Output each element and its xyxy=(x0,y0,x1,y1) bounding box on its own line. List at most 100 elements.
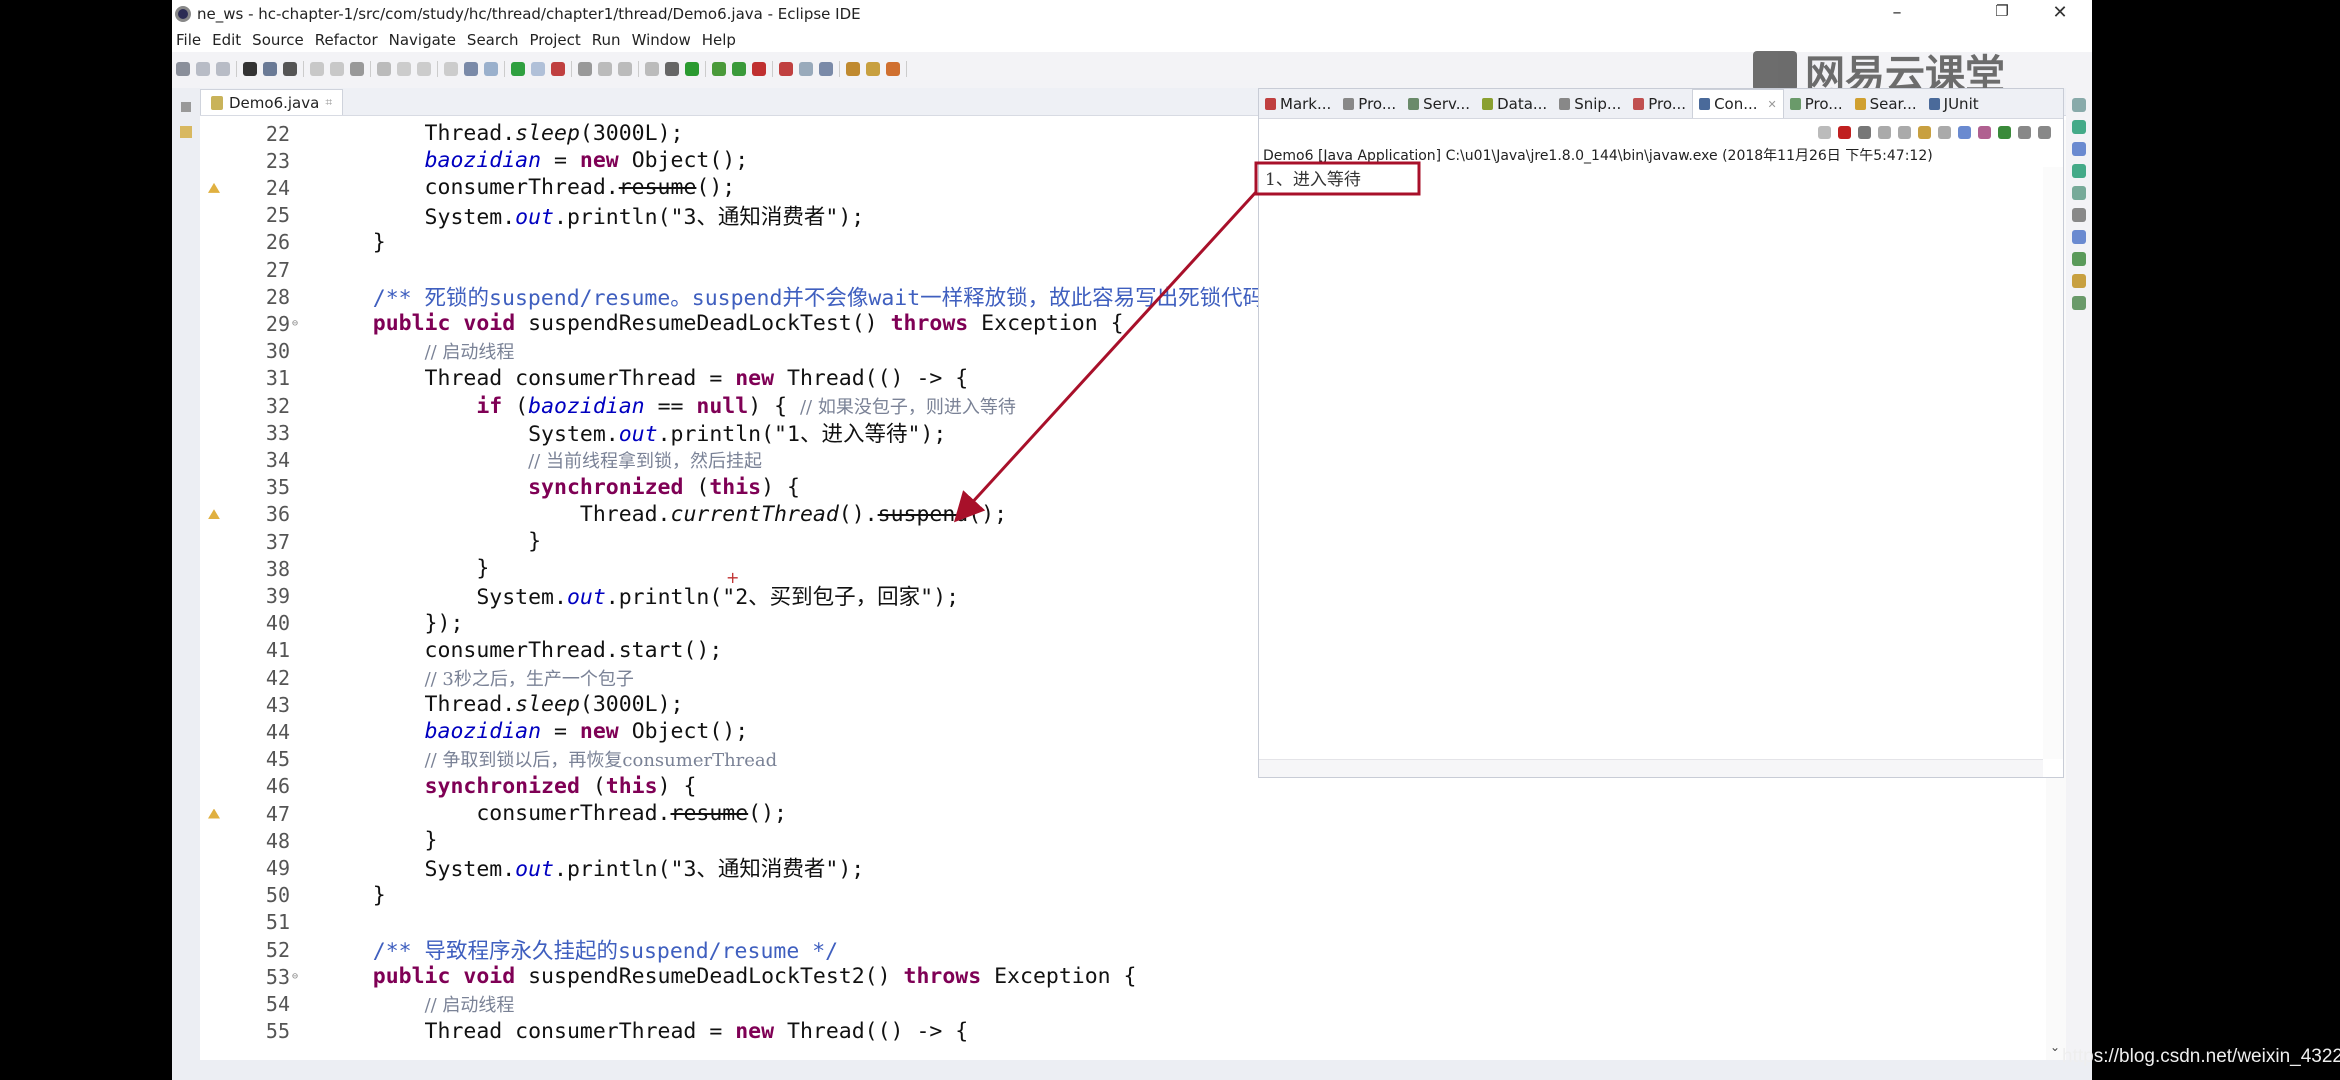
build-icon[interactable] xyxy=(665,62,679,76)
console-tab-sear[interactable]: Sear... xyxy=(1849,89,1923,118)
warning-icon[interactable] xyxy=(208,509,220,520)
save-all-icon[interactable] xyxy=(216,62,230,76)
tab-close-icon[interactable]: ✕ xyxy=(1768,98,1777,111)
console-vertical-scrollbar[interactable] xyxy=(2043,167,2063,759)
console-tab-snip[interactable]: Snip... xyxy=(1553,89,1627,118)
scroll-lock-icon[interactable] xyxy=(1918,125,1931,139)
remove-all-icon[interactable] xyxy=(1878,125,1891,139)
open-task-icon[interactable] xyxy=(799,62,813,76)
console-tab-pro[interactable]: Pro... xyxy=(1337,89,1402,118)
code-token-p xyxy=(321,448,528,473)
save-icon[interactable] xyxy=(196,62,210,76)
pin-icon[interactable] xyxy=(1818,125,1831,139)
console-tab-con[interactable]: Con... ✕ xyxy=(1692,89,1784,118)
show-on-stderr-icon[interactable] xyxy=(1978,125,1991,139)
menu-search[interactable]: Search xyxy=(467,31,519,49)
view-shortcut-icon[interactable] xyxy=(2072,296,2086,310)
coverage-icon[interactable] xyxy=(551,62,565,76)
run-icon[interactable] xyxy=(685,62,699,76)
console-horizontal-scrollbar[interactable] xyxy=(1259,759,2043,777)
step-over-icon[interactable] xyxy=(417,62,431,76)
tab-demo6-java[interactable]: Demo6.java ⌗ xyxy=(200,89,344,115)
debug-target-icon[interactable] xyxy=(243,62,257,76)
console-tab-data[interactable]: Data... xyxy=(1476,89,1553,118)
fold-toggle-icon[interactable]: ⊖ xyxy=(292,318,298,329)
toolbar-separator xyxy=(571,61,572,77)
debug-icon[interactable] xyxy=(712,62,726,76)
maximize-button[interactable]: ❐ xyxy=(1987,2,2017,20)
menu-source[interactable]: Source xyxy=(252,31,304,49)
menu-navigate[interactable]: Navigate xyxy=(389,31,456,49)
annotation-prev-icon[interactable] xyxy=(618,62,632,76)
code-text: Thread.currentThread().suspend(); xyxy=(321,502,1007,527)
annotation-next-icon[interactable] xyxy=(598,62,612,76)
resume-icon[interactable] xyxy=(310,62,324,76)
remove-launch-icon[interactable] xyxy=(1858,125,1871,139)
menu-file[interactable]: File xyxy=(176,31,201,49)
scroll-down-icon[interactable]: ⌄ xyxy=(2050,1040,2060,1054)
warning-icon[interactable] xyxy=(208,808,220,819)
toggle-mark-icon[interactable] xyxy=(464,62,478,76)
disconnect-icon[interactable] xyxy=(377,62,391,76)
view-shortcut-icon[interactable] xyxy=(2072,230,2086,244)
menu-help[interactable]: Help xyxy=(702,31,736,49)
pin-icon[interactable] xyxy=(578,62,592,76)
stop-red-icon[interactable] xyxy=(752,62,766,76)
last-edit-icon[interactable] xyxy=(645,62,659,76)
suspend-icon[interactable] xyxy=(330,62,344,76)
pointer-icon[interactable] xyxy=(283,62,297,76)
view-shortcut-icon[interactable] xyxy=(2072,98,2086,112)
tab-close-icon[interactable]: ⌗ xyxy=(325,95,332,110)
search-icon[interactable] xyxy=(866,62,880,76)
refresh-icon[interactable] xyxy=(886,62,900,76)
code-token-kw: public void xyxy=(372,311,516,337)
new-icon[interactable] xyxy=(176,62,190,76)
close-button[interactable]: ✕ xyxy=(2045,2,2075,23)
console-tab-serv[interactable]: Serv... xyxy=(1402,89,1476,118)
view-shortcut-icon[interactable] xyxy=(2072,164,2086,178)
line-number: 39 xyxy=(265,583,290,608)
show-on-stdout-icon[interactable] xyxy=(1958,125,1971,139)
view-shortcut-icon[interactable] xyxy=(2072,208,2086,222)
minimize-button[interactable]: – xyxy=(1882,2,1912,23)
terminate-icon[interactable] xyxy=(350,62,364,76)
profile-icon[interactable] xyxy=(732,62,746,76)
display-console-icon[interactable] xyxy=(2018,125,2031,139)
menu-project[interactable]: Project xyxy=(529,31,580,49)
view-shortcut-icon[interactable] xyxy=(2072,252,2086,266)
view-shortcut-icon[interactable] xyxy=(2072,186,2086,200)
external-tools-icon[interactable] xyxy=(779,62,793,76)
clear-console-icon[interactable] xyxy=(1898,125,1911,139)
console-tab-junit[interactable]: JUnit xyxy=(1923,89,1985,118)
warning-icon[interactable] xyxy=(208,182,220,193)
package-icon[interactable] xyxy=(846,62,860,76)
fold-toggle-icon[interactable]: ⊖ xyxy=(292,971,298,982)
menu-run[interactable]: Run xyxy=(592,31,621,49)
run-green-icon[interactable] xyxy=(511,62,525,76)
menu-edit[interactable]: Edit xyxy=(212,31,241,49)
restore-icon[interactable] xyxy=(181,102,191,112)
code-token-p xyxy=(321,719,425,744)
menu-refactor[interactable]: Refactor xyxy=(315,31,378,49)
view-shortcut-icon[interactable] xyxy=(2072,274,2086,288)
view-shortcut-icon[interactable] xyxy=(2072,120,2086,134)
console-output[interactable]: 1、进入等待 xyxy=(1259,167,2063,193)
terminate-icon[interactable] xyxy=(1838,125,1851,139)
open-console-icon[interactable] xyxy=(1998,125,2011,139)
web-icon[interactable] xyxy=(819,62,833,76)
console-tab-pro[interactable]: Pro... xyxy=(1784,89,1849,118)
skip-breakpoints-icon[interactable] xyxy=(484,62,498,76)
word-wrap-icon[interactable] xyxy=(1938,125,1951,139)
open-type-icon[interactable] xyxy=(531,62,545,76)
code-token-p xyxy=(321,774,425,799)
step-return-icon[interactable] xyxy=(444,62,458,76)
step-into-icon[interactable] xyxy=(397,62,411,76)
menu-window[interactable]: Window xyxy=(632,31,691,49)
package-explorer-icon[interactable] xyxy=(180,126,192,138)
console-tab-mark[interactable]: Mark... xyxy=(1259,89,1337,118)
code-text: } xyxy=(321,529,541,554)
terminal-icon[interactable] xyxy=(263,62,277,76)
view-shortcut-icon[interactable] xyxy=(2072,142,2086,156)
console-tab-pro[interactable]: Pro... xyxy=(1627,89,1692,118)
new-console-icon[interactable] xyxy=(2038,125,2051,139)
